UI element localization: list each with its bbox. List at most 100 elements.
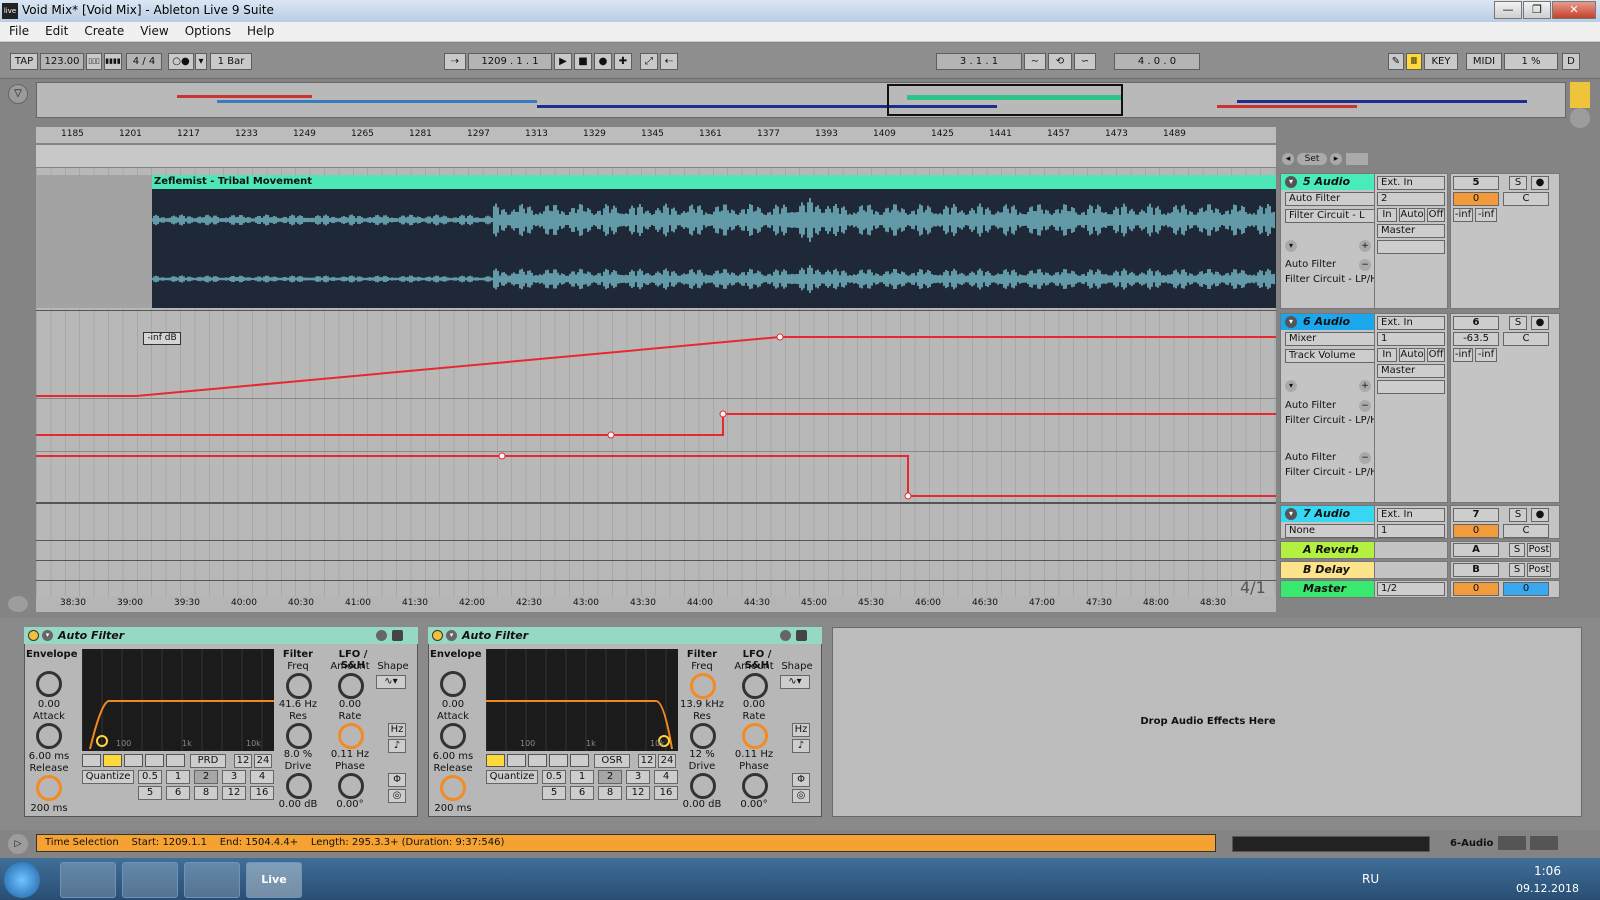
- res-knob[interactable]: [690, 723, 716, 749]
- explorer-taskbar-icon[interactable]: [60, 862, 116, 898]
- pan-field[interactable]: C: [1503, 332, 1549, 346]
- remove-lane-icon[interactable]: −: [1359, 259, 1371, 271]
- lfo-amount-knob[interactable]: [338, 673, 364, 699]
- rate-sync-icon[interactable]: ♪: [792, 739, 810, 753]
- menu-help[interactable]: Help: [238, 22, 281, 38]
- minimize-button[interactable]: —: [1494, 1, 1522, 19]
- key-map-button[interactable]: KEY: [1424, 53, 1458, 70]
- metronome-icon[interactable]: ○●: [168, 53, 194, 70]
- hot-swap-icon[interactable]: [376, 630, 387, 641]
- slope-24-button[interactable]: 24: [254, 754, 272, 768]
- quantize-value-button[interactable]: 1: [166, 770, 190, 784]
- quantize-value-button[interactable]: 3: [222, 770, 246, 784]
- automation-arm-icon[interactable]: ⤢: [640, 53, 658, 70]
- quantize-value-button[interactable]: 1: [570, 770, 594, 784]
- envelope-amount-knob[interactable]: [36, 671, 62, 697]
- volume-field[interactable]: 0: [1453, 192, 1499, 206]
- quantize-value-button[interactable]: 2: [194, 770, 218, 784]
- stop-button[interactable]: ■: [574, 53, 592, 70]
- device-chooser[interactable]: None: [1285, 524, 1375, 538]
- monitor-auto-button[interactable]: Auto: [1399, 208, 1425, 222]
- parameter-chooser[interactable]: Track Volume: [1285, 349, 1375, 363]
- sidechain-icon[interactable]: ◎: [388, 789, 406, 803]
- menu-create[interactable]: Create: [75, 22, 131, 38]
- auto-filter-device-2[interactable]: Auto Filter ▾ Envelope 0.00 Attack 6.00 …: [428, 627, 822, 817]
- fold-icon[interactable]: ▾: [1285, 176, 1297, 188]
- quantize-value-button[interactable]: 8: [194, 786, 218, 800]
- solo-button[interactable]: S: [1509, 543, 1525, 557]
- monitor-off-button[interactable]: Off: [1427, 348, 1445, 362]
- quantize-button[interactable]: Quantize: [82, 770, 134, 784]
- input-channel[interactable]: 2: [1377, 192, 1445, 206]
- device-chooser[interactable]: Mixer: [1285, 332, 1375, 346]
- back-to-arrangement-icon[interactable]: ⇠: [660, 53, 678, 70]
- next-locator-icon[interactable]: ▸: [1330, 153, 1342, 165]
- solo-button[interactable]: S: [1509, 508, 1527, 522]
- attack-knob[interactable]: [36, 723, 62, 749]
- drive-knob[interactable]: [286, 773, 312, 799]
- io-toggle-icon[interactable]: [1570, 108, 1590, 128]
- release-knob[interactable]: [36, 775, 62, 801]
- quantize-value-button[interactable]: 12: [222, 786, 246, 800]
- output-chooser[interactable]: Master: [1377, 224, 1445, 238]
- filter-envelope-2[interactable]: [36, 455, 1276, 497]
- draw-mode-icon[interactable]: ✎: [1388, 53, 1404, 70]
- filter-display[interactable]: 100 1k 10k: [81, 649, 274, 751]
- follow-button[interactable]: ⇢: [444, 53, 466, 70]
- quantize-value-button[interactable]: 4: [654, 770, 678, 784]
- master-track[interactable]: Master: [1280, 580, 1382, 598]
- monitor-in-button[interactable]: In: [1377, 208, 1397, 222]
- master-cue-volume[interactable]: 0: [1503, 582, 1549, 596]
- tap-button[interactable]: TAP: [10, 53, 38, 70]
- device-overview[interactable]: [1232, 836, 1430, 852]
- save-preset-icon[interactable]: [392, 630, 403, 641]
- release-knob[interactable]: [440, 775, 466, 801]
- arm-button[interactable]: ●: [1531, 508, 1549, 522]
- track-activator[interactable]: B: [1453, 563, 1499, 577]
- menu-file[interactable]: File: [0, 22, 36, 38]
- time-signature-field[interactable]: 4 / 4: [126, 53, 162, 70]
- overdub-button[interactable]: ✚: [614, 53, 632, 70]
- filter-type-lp[interactable]: [486, 754, 505, 767]
- filter-envelope-1[interactable]: [36, 413, 1276, 436]
- track-activator[interactable]: 5: [1453, 176, 1499, 190]
- menu-edit[interactable]: Edit: [36, 22, 75, 38]
- volume-envelope[interactable]: [36, 336, 1276, 397]
- device-title[interactable]: Auto Filter: [24, 627, 418, 644]
- beat-time-ruler[interactable]: 1185 1201 1217 1233 1249 1265 1281 1297 1313 1329…: [36, 127, 1276, 143]
- nudge-up-button[interactable]: ▮▮▮▮: [104, 53, 122, 70]
- monitor-in-button[interactable]: In: [1377, 348, 1397, 362]
- arm-button[interactable]: ●: [1531, 316, 1549, 330]
- return-track-b[interactable]: B Delay: [1280, 561, 1382, 579]
- track-header-7-audio[interactable]: 7 Audio ▾ None: [1280, 505, 1382, 539]
- breakpoint[interactable]: [719, 410, 727, 418]
- track-activator[interactable]: A: [1453, 543, 1499, 557]
- remove-lane-icon[interactable]: −: [1359, 400, 1371, 412]
- filter-display[interactable]: 100 1k 10k: [485, 649, 678, 751]
- quantize-menu[interactable]: 1 Bar: [210, 53, 252, 70]
- drop-zone[interactable]: Drop Audio Effects Here: [832, 627, 1582, 817]
- rate-hz-button[interactable]: Hz: [792, 723, 810, 737]
- lane-toggle-icon[interactable]: ▾: [1285, 380, 1297, 392]
- phase-knob[interactable]: [338, 773, 364, 799]
- menu-options[interactable]: Options: [176, 22, 238, 38]
- volume-field[interactable]: -63.5: [1453, 332, 1499, 346]
- overview-zoom-icon[interactable]: [8, 596, 28, 612]
- post-button[interactable]: Post: [1527, 563, 1551, 577]
- filter-type-notch[interactable]: [549, 754, 568, 767]
- filter-type-bp[interactable]: [507, 754, 526, 767]
- quantize-button[interactable]: Quantize: [486, 770, 538, 784]
- input-channel[interactable]: 1: [1377, 524, 1445, 538]
- quantize-value-button[interactable]: 0.5: [542, 770, 566, 784]
- device-view-toggle[interactable]: [1498, 836, 1526, 850]
- set-locator-button[interactable]: Set: [1297, 153, 1327, 165]
- fold-icon[interactable]: ▾: [1285, 508, 1297, 520]
- filter-type-bp[interactable]: [103, 754, 122, 767]
- post-button[interactable]: Post: [1527, 543, 1551, 557]
- menu-view[interactable]: View: [131, 22, 175, 38]
- rate-knob[interactable]: [742, 723, 768, 749]
- rate-sync-icon[interactable]: ♪: [388, 739, 406, 753]
- clock-date[interactable]: 09.12.2018: [1516, 882, 1579, 895]
- track-name[interactable]: A Reverb: [1281, 542, 1381, 558]
- quantize-value-button[interactable]: 4: [250, 770, 274, 784]
